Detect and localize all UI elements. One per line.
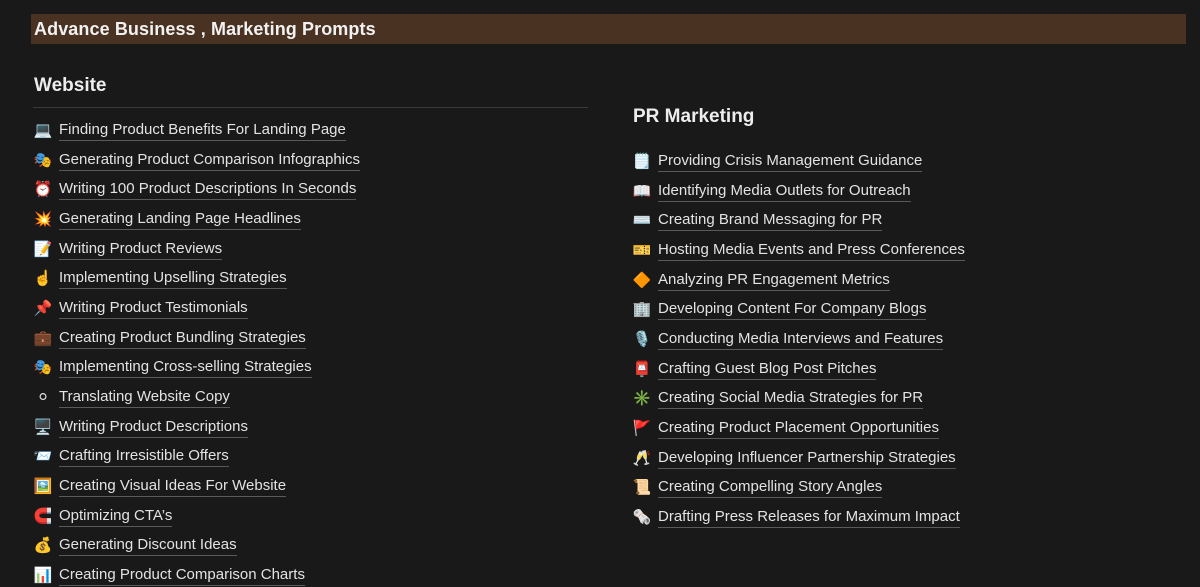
pushpin-icon: 📌 [33, 299, 53, 317]
list-item-link[interactable]: Optimizing CTA’s [59, 507, 173, 527]
list-item[interactable]: 🗒️ Providing Crisis Management Guidance [632, 147, 1187, 177]
pr-marketing-heading: PR Marketing [633, 106, 755, 127]
incoming-envelope-icon: 📨 [33, 448, 53, 466]
list-item[interactable]: 💻 Finding Product Benefits For Landing Pa… [33, 116, 588, 146]
list-item[interactable]: 🥂 Developing Influencer Partnership Strat… [632, 444, 1187, 474]
list-item-link[interactable]: Writing 100 Product Descriptions In Seco… [59, 180, 357, 201]
list-item[interactable]: 🖥️ Writing Product Descriptions [33, 413, 588, 443]
list-item-link[interactable]: Hosting Media Events and Press Conferenc… [658, 241, 965, 261]
list-item-link[interactable]: Translating Website Copy [59, 388, 230, 409]
list-item-link[interactable]: Generating Product Comparison Infographi… [59, 151, 360, 171]
red-flag-icon: 🚩 [632, 420, 652, 438]
theater-masks-icon: 🎭 [33, 151, 53, 169]
list-item-link[interactable]: Developing Content For Company Blogs [658, 300, 927, 321]
list-item-link[interactable]: Conducting Media Interviews and Features [658, 330, 944, 350]
pr-marketing-divider [632, 138, 1187, 139]
list-item-link[interactable]: Creating Social Media Strategies for PR [658, 389, 924, 410]
list-item-link[interactable]: Creating Brand Messaging for PR [658, 211, 883, 232]
website-heading: Website [34, 75, 107, 96]
page-title: Advance Business , Marketing Prompts [34, 18, 376, 39]
champagne-glasses-icon: 🥂 [632, 449, 652, 467]
magnet-icon: 🧲 [33, 507, 53, 525]
theater-masks-icon: 🎭 [33, 359, 53, 377]
notepad-icon: 🗒️ [632, 152, 652, 170]
list-item-link[interactable]: Creating Product Comparison Charts [59, 566, 305, 587]
list-item[interactable]: 🖼️ Creating Visual Ideas For Website [33, 472, 588, 502]
list-item[interactable]: ⌨️ Creating Brand Messaging for PR [632, 206, 1187, 236]
desktop-computer-icon: 🖥️ [33, 418, 53, 436]
briefcase-icon: 💼 [33, 329, 53, 347]
open-book-icon: 📖 [632, 182, 652, 200]
postbox-icon: 📮 [632, 360, 652, 378]
list-item[interactable]: 🚩 Creating Product Placement Opportunitie… [632, 414, 1187, 444]
list-item-link[interactable]: Writing Product Testimonials [59, 299, 248, 319]
list-item-link[interactable]: Writing Product Descriptions [59, 418, 248, 438]
website-list: 💻 Finding Product Benefits For Landing Pa… [33, 116, 588, 587]
money-bag-icon: 💰 [33, 537, 53, 555]
list-item[interactable]: 🗞️ Drafting Press Releases for Maximum Im… [632, 503, 1187, 533]
list-item[interactable]: 💼 Creating Product Bundling Strategies [33, 324, 588, 354]
list-item-link[interactable]: Crafting Irresistible Offers [59, 447, 229, 468]
website-section: Website 💻 Finding Product Benefits For La… [33, 74, 588, 587]
list-item[interactable]: ⚪ Translating Website Copy [33, 383, 588, 413]
list-item-link[interactable]: Writing Product Reviews [59, 240, 223, 260]
white-circle-icon: ⚪ [36, 389, 50, 407]
list-item-link[interactable]: Creating Product Bundling Strategies [59, 329, 306, 349]
pr-marketing-list: 🗒️ Providing Crisis Management Guidance 📖 I… [632, 147, 1187, 533]
list-item-link[interactable]: Identifying Media Outlets for Outreach [658, 182, 911, 202]
list-item[interactable]: 📊 Creating Product Comparison Charts [33, 561, 588, 587]
pr-marketing-section: PR Marketing 🗒️ Providing Crisis Manageme… [632, 105, 1187, 533]
list-item[interactable]: 🎭 Generating Product Comparison Infograph… [33, 146, 588, 176]
collision-icon: 💥 [33, 210, 53, 228]
list-item[interactable]: 📜 Creating Compelling Story Angles [632, 474, 1187, 504]
list-item[interactable]: ☝️ Implementing Upselling Strategies [33, 264, 588, 294]
asterisk-icon: ✳️ [632, 390, 652, 408]
orange-diamond-icon: 🔶 [632, 271, 652, 289]
office-building-icon: 🏢 [632, 301, 652, 319]
list-item[interactable]: 💥 Generating Landing Page Headlines [33, 205, 588, 235]
framed-picture-icon: 🖼️ [33, 478, 53, 496]
website-divider [33, 107, 588, 108]
laptop-icon: 💻 [33, 121, 53, 139]
list-item[interactable]: 📝 Writing Product Reviews [33, 235, 588, 265]
list-item[interactable]: ⏰ Writing 100 Product Descriptions In Sec… [33, 175, 588, 205]
list-item[interactable]: 📨 Crafting Irresistible Offers [33, 443, 588, 473]
ticket-icon: 🎫 [632, 241, 652, 259]
list-item[interactable]: 🔶 Analyzing PR Engagement Metrics [632, 266, 1187, 296]
list-item-link[interactable]: Developing Influencer Partnership Strate… [658, 449, 956, 469]
list-item[interactable]: 📌 Writing Product Testimonials [33, 294, 588, 324]
list-item-link[interactable]: Analyzing PR Engagement Metrics [658, 271, 890, 291]
microphone-icon: 🎙️ [632, 330, 652, 348]
list-item[interactable]: 🎙️ Conducting Media Interviews and Featur… [632, 325, 1187, 355]
alarm-clock-icon: ⏰ [33, 181, 53, 199]
list-item-link[interactable]: Generating Landing Page Headlines [59, 210, 301, 230]
list-item[interactable]: 🎫 Hosting Media Events and Press Conferen… [632, 236, 1187, 266]
scroll-icon: 📜 [632, 479, 652, 497]
list-item-link[interactable]: Implementing Upselling Strategies [59, 269, 287, 290]
list-item-link[interactable]: Creating Visual Ideas For Website [59, 477, 287, 498]
pointing-finger-icon: ☝️ [33, 270, 53, 288]
list-item[interactable]: 💰 Generating Discount Ideas [33, 532, 588, 562]
list-item-link[interactable]: Implementing Cross-selling Strategies [59, 358, 312, 379]
list-item[interactable]: 🎭 Implementing Cross-selling Strategies [33, 354, 588, 384]
list-item-link[interactable]: Drafting Press Releases for Maximum Impa… [658, 508, 960, 529]
list-item-link[interactable]: Crafting Guest Blog Post Pitches [658, 360, 877, 380]
list-item-link[interactable]: Finding Product Benefits For Landing Pag… [59, 121, 346, 141]
list-item[interactable]: 🧲 Optimizing CTA’s [33, 502, 588, 532]
page: Advance Business , Marketing Prompts Web… [0, 0, 1200, 587]
newspaper-icon: 🗞️ [632, 509, 652, 527]
list-item[interactable]: 📖 Identifying Media Outlets for Outreach [632, 177, 1187, 207]
page-title-bar: Advance Business , Marketing Prompts [31, 14, 1186, 44]
list-item-link[interactable]: Creating Compelling Story Angles [658, 478, 883, 499]
list-item-link[interactable]: Providing Crisis Management Guidance [658, 152, 923, 172]
list-item-link[interactable]: Creating Product Placement Opportunities [658, 419, 939, 440]
memo-icon: 📝 [33, 240, 53, 258]
bar-chart-icon: 📊 [33, 567, 53, 585]
list-item[interactable]: 📮 Crafting Guest Blog Post Pitches [632, 355, 1187, 385]
keyboard-icon: ⌨️ [632, 212, 652, 230]
list-item[interactable]: ✳️ Creating Social Media Strategies for P… [632, 385, 1187, 415]
list-item-link[interactable]: Generating Discount Ideas [59, 536, 237, 557]
list-item[interactable]: 🏢 Developing Content For Company Blogs [632, 295, 1187, 325]
